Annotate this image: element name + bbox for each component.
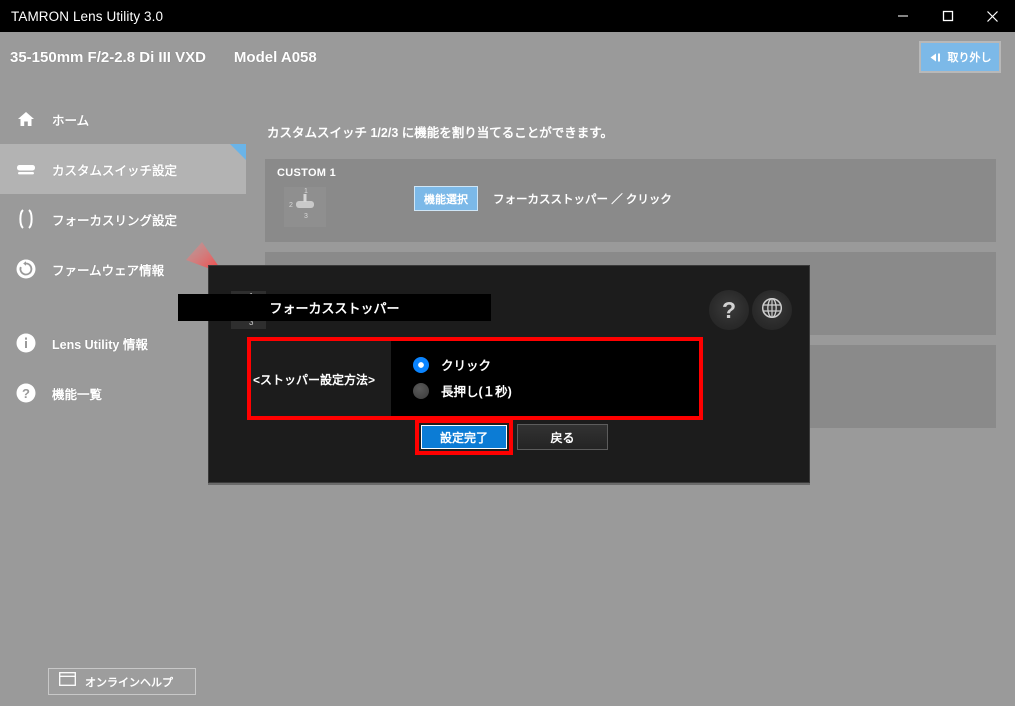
custom-switch-1-icon: 1 2 3 bbox=[284, 187, 326, 227]
title-bar: TAMRON Lens Utility 3.0 bbox=[0, 0, 1015, 32]
info-icon bbox=[14, 331, 38, 355]
function-select-button[interactable]: 機能選択 bbox=[414, 186, 478, 211]
switch-icon bbox=[14, 157, 38, 181]
globe-icon bbox=[760, 296, 784, 325]
radio-option-label: クリック bbox=[441, 359, 492, 373]
sidebar-item-home[interactable]: ホーム bbox=[0, 94, 246, 144]
page-description: カスタムスイッチ 1/2/3 に機能を割り当てることができます。 bbox=[267, 126, 613, 140]
radio-unselected-icon[interactable] bbox=[413, 382, 429, 399]
maximize-button[interactable] bbox=[925, 0, 970, 32]
sidebar-item-label: カスタムスイッチ設定 bbox=[52, 163, 178, 178]
stopper-method-options: クリック 長押し(１秒) bbox=[391, 341, 699, 416]
application-window: TAMRON Lens Utility 3.0 35-150mm F/2-2.8… bbox=[0, 0, 1015, 706]
sidebar-item-label: 機能一覧 bbox=[52, 387, 103, 402]
svg-text:?: ? bbox=[22, 386, 30, 401]
custom-switch-card-1: CUSTOM 1 1 2 3 機能選択 フォーカスストッパー ／ クリック bbox=[265, 159, 996, 242]
language-button[interactable] bbox=[752, 290, 792, 330]
back-button[interactable]: 戻る bbox=[517, 424, 608, 450]
sidebar-item-label: ファームウェア情報 bbox=[52, 263, 165, 278]
sidebar-item-custom-switch[interactable]: カスタムスイッチ設定 bbox=[0, 144, 246, 194]
minimize-button[interactable] bbox=[880, 0, 925, 32]
sidebar-item-focus-ring[interactable]: フォーカスリング設定 bbox=[0, 194, 246, 244]
firmware-refresh-icon bbox=[14, 257, 38, 281]
svg-text:3: 3 bbox=[304, 213, 308, 220]
close-button[interactable] bbox=[970, 0, 1015, 32]
stopper-method-label: <ストッパー設定方法> bbox=[253, 373, 376, 387]
eject-left-icon bbox=[929, 52, 943, 63]
detach-button[interactable]: 取り外し bbox=[919, 41, 1001, 73]
sidebar-item-label: ホーム bbox=[52, 113, 90, 128]
focus-ring-icon bbox=[14, 207, 38, 231]
window-icon bbox=[59, 672, 76, 691]
online-help-button[interactable]: オンラインヘルプ bbox=[48, 668, 196, 695]
radio-option-label: 長押し(１秒) bbox=[441, 385, 512, 399]
radio-option-long-press[interactable]: 長押し(１秒) bbox=[413, 381, 512, 400]
home-icon bbox=[14, 107, 38, 131]
confirm-button[interactable]: 設定完了 bbox=[421, 425, 507, 449]
lens-name: 35-150mm F/2-2.8 Di III VXD bbox=[10, 48, 206, 66]
detach-label: 取り外し bbox=[947, 52, 992, 64]
lens-header-bar: 35-150mm F/2-2.8 Di III VXD Model A058 取… bbox=[0, 32, 1015, 82]
model-name: Model A058 bbox=[233, 48, 317, 66]
svg-text:1: 1 bbox=[304, 188, 308, 195]
question-mark-icon: ? bbox=[721, 296, 737, 323]
selected-corner-marker bbox=[230, 144, 246, 160]
svg-text:2: 2 bbox=[289, 202, 293, 209]
card-title: CUSTOM 1 bbox=[277, 167, 337, 179]
online-help-label: オンラインヘルプ bbox=[85, 676, 173, 689]
sidebar-item-label: Lens Utility 情報 bbox=[52, 337, 148, 352]
question-circle-icon: ? bbox=[14, 381, 38, 405]
sidebar-item-label: フォーカスリング設定 bbox=[52, 213, 178, 228]
help-button[interactable]: ? bbox=[709, 290, 749, 330]
radio-selected-icon[interactable] bbox=[413, 356, 429, 373]
assigned-function-value: フォーカスストッパー ／ クリック bbox=[493, 194, 672, 206]
stopper-method-section: <ストッパー設定方法> クリック 長押し(１秒) bbox=[251, 341, 699, 416]
assigned-function-display: フォーカスストッパー bbox=[178, 294, 491, 321]
radio-option-click[interactable]: クリック bbox=[413, 355, 491, 374]
app-title: TAMRON Lens Utility 3.0 bbox=[11, 8, 164, 24]
window-controls bbox=[880, 0, 1015, 32]
